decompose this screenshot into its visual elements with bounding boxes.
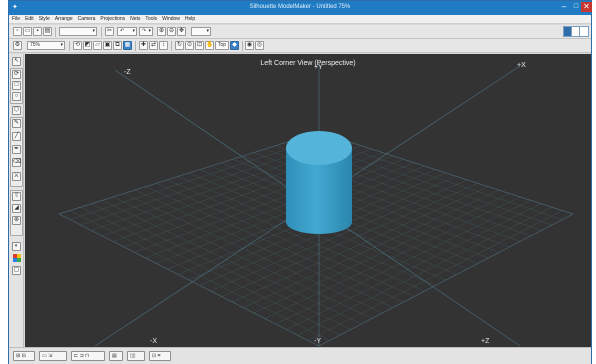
bevel-tool-icon[interactable]: ◢	[12, 204, 21, 213]
top-view-button[interactable]: Top	[215, 41, 229, 50]
grid-line	[308, 210, 563, 341]
zoom-out-icon[interactable]: ⊖	[167, 27, 176, 36]
grid-line	[145, 186, 404, 303]
perspective-viewport[interactable]: Left Corner View (Perspective) -Z +Y +X …	[25, 54, 591, 347]
menu-file[interactable]: File	[12, 16, 20, 22]
image-icon[interactable]: ▦	[123, 41, 132, 50]
render-solid-icon[interactable]: ◉	[245, 41, 254, 50]
pen-tool-icon[interactable]: ✒	[12, 145, 21, 154]
lift-icon[interactable]: ↕	[159, 41, 168, 50]
box-tool-icon[interactable]: □	[12, 81, 21, 90]
measure-units-group[interactable]: ⊡ ⌗	[149, 351, 171, 361]
new-file-icon[interactable]: ▫	[13, 27, 22, 36]
axis-label-neg-z: -Z	[124, 69, 131, 76]
grid-line	[232, 186, 489, 303]
minimize-button[interactable]: –	[558, 2, 570, 12]
open-file-icon[interactable]: ▭	[23, 27, 32, 36]
axis-label-neg-y: -Y	[314, 338, 321, 345]
view-options-group[interactable]: ▭ ⇲	[39, 351, 67, 361]
print-icon[interactable]: ▤	[43, 27, 52, 36]
pan-icon[interactable]: ✥	[177, 27, 186, 36]
menu-camera[interactable]: Camera	[78, 16, 96, 22]
axis-label-pos-z: +Z	[481, 338, 490, 345]
style-dropdown[interactable]	[59, 27, 97, 36]
eraser-tool-icon[interactable]: ⌫	[12, 158, 21, 167]
bottom-toolbar: ⊞ ⊟ ▭ ⇲ ⊏ ⊐ ⊓ ▤ ▯▯ ⊡ ⌗	[9, 347, 591, 364]
snap-grid-icon[interactable]: ⊞ ⊟	[13, 351, 35, 361]
cut-icon[interactable]: ✂	[105, 27, 114, 36]
paste-icon[interactable]: ▣	[103, 41, 112, 50]
magnify-icon[interactable]: ⊙	[185, 41, 194, 50]
title-bar[interactable]: ✦ Silhouette ModelMaker - Untitled 75% –…	[9, 1, 592, 15]
menu-projections[interactable]: Projections	[100, 16, 125, 22]
view-toolbar: ⚙ 75% ⟲ ◩ ▱ ▣ ⧉ ▦ ✚ ⇄ ↕ ↻ ⊙ ⊡ ✋ Top ◆ ◉ …	[9, 39, 591, 53]
layout-split-icon[interactable]	[572, 27, 580, 36]
cylinder-model[interactable]	[286, 131, 352, 234]
menu-edit[interactable]: Edit	[25, 16, 34, 22]
redo-dropdown[interactable]: ↷	[139, 27, 153, 36]
menu-style[interactable]: Style	[39, 16, 50, 22]
page-icon[interactable]: ▯▯	[127, 351, 145, 361]
panel-layout-switch[interactable]	[563, 26, 589, 37]
rotate-tool-icon[interactable]: ⟳	[12, 70, 21, 79]
select-tool-icon[interactable]: ↖	[12, 57, 21, 66]
render-wire-icon[interactable]: ◎	[255, 41, 264, 50]
main-toolbar: ▫ ▭ ▪ ▤ ✂ ↶ ↷ ⊕ ⊖ ✥	[9, 25, 591, 39]
fold-icon[interactable]: ◩	[83, 41, 92, 50]
left-tool-palette: ↖ ⟳ □ ○ ⬡ ✎ ╱ ✒ ⌫ ⚔ ⇧ ◢ ⊗ ◐ ▢	[9, 54, 24, 347]
zoom-in-icon[interactable]: ⊕	[157, 27, 166, 36]
axis-label-neg-x: -X	[150, 338, 157, 345]
orbit-icon[interactable]: ↻	[175, 41, 184, 50]
layout-quad-icon[interactable]	[580, 27, 588, 36]
slide-icon[interactable]: ⇄	[149, 41, 158, 50]
pencil-tool-icon[interactable]: ✎	[12, 119, 21, 128]
flatten-icon[interactable]: ▱	[93, 41, 102, 50]
layer-icon[interactable]: ▤	[109, 351, 123, 361]
swatch-tool-icon[interactable]: ▢	[12, 266, 21, 275]
knife-tool-icon[interactable]: ⚔	[12, 172, 21, 181]
rotate-left-icon[interactable]: ⟲	[73, 41, 82, 50]
zoom-select[interactable]: 75%	[27, 41, 65, 50]
color-dropdown[interactable]	[191, 27, 211, 36]
menu-nets[interactable]: Nets	[130, 16, 140, 22]
fill-tool-icon[interactable]: ◐	[12, 242, 21, 251]
axis-label-pos-y: +Y	[314, 64, 323, 71]
grid-line	[243, 189, 500, 308]
sphere-tool-icon[interactable]: ○	[12, 92, 21, 101]
layout-single-icon[interactable]	[564, 27, 572, 36]
color-palette-icon[interactable]	[13, 254, 21, 262]
viewport-title: Left Corner View (Perspective)	[260, 60, 356, 67]
menu-arrange[interactable]: Arrange	[55, 16, 73, 22]
extrude-tool-icon[interactable]: ⇧	[12, 192, 21, 201]
zoom-window-icon[interactable]: ⊡	[195, 41, 204, 50]
menu-tools[interactable]: Tools	[145, 16, 157, 22]
perspective-view-icon[interactable]: ◆	[230, 41, 239, 50]
menu-bar: File Edit Style Arrange Camera Projectio…	[9, 15, 591, 24]
hand-icon[interactable]: ✋	[205, 41, 214, 50]
menu-window[interactable]: Window	[162, 16, 180, 22]
settings-icon[interactable]: ⚙	[13, 41, 22, 50]
save-icon[interactable]: ▪	[33, 27, 42, 36]
copy-icon[interactable]: ⧉	[113, 41, 122, 50]
line-tool-icon[interactable]: ╱	[12, 132, 21, 141]
axis-label-pos-x: +X	[517, 62, 526, 69]
measure-tool-icon[interactable]: ⊗	[12, 216, 21, 225]
undo-dropdown[interactable]: ↶	[117, 27, 137, 36]
move-icon[interactable]: ✚	[139, 41, 148, 50]
window-title: Silhouette ModelMaker - Untitled 75%	[249, 4, 351, 10]
viewport-scene[interactable]	[25, 54, 591, 347]
grid-line	[134, 189, 394, 308]
menu-help[interactable]: Help	[185, 16, 195, 22]
grid-line	[156, 183, 415, 297]
close-button[interactable]: ✕	[581, 2, 592, 12]
align-tools-group[interactable]: ⊏ ⊐ ⊓	[71, 351, 105, 361]
app-window: ✦ Silhouette ModelMaker - Untitled 75% –…	[8, 0, 592, 364]
polygon-tool-icon[interactable]: ⬡	[12, 106, 21, 115]
